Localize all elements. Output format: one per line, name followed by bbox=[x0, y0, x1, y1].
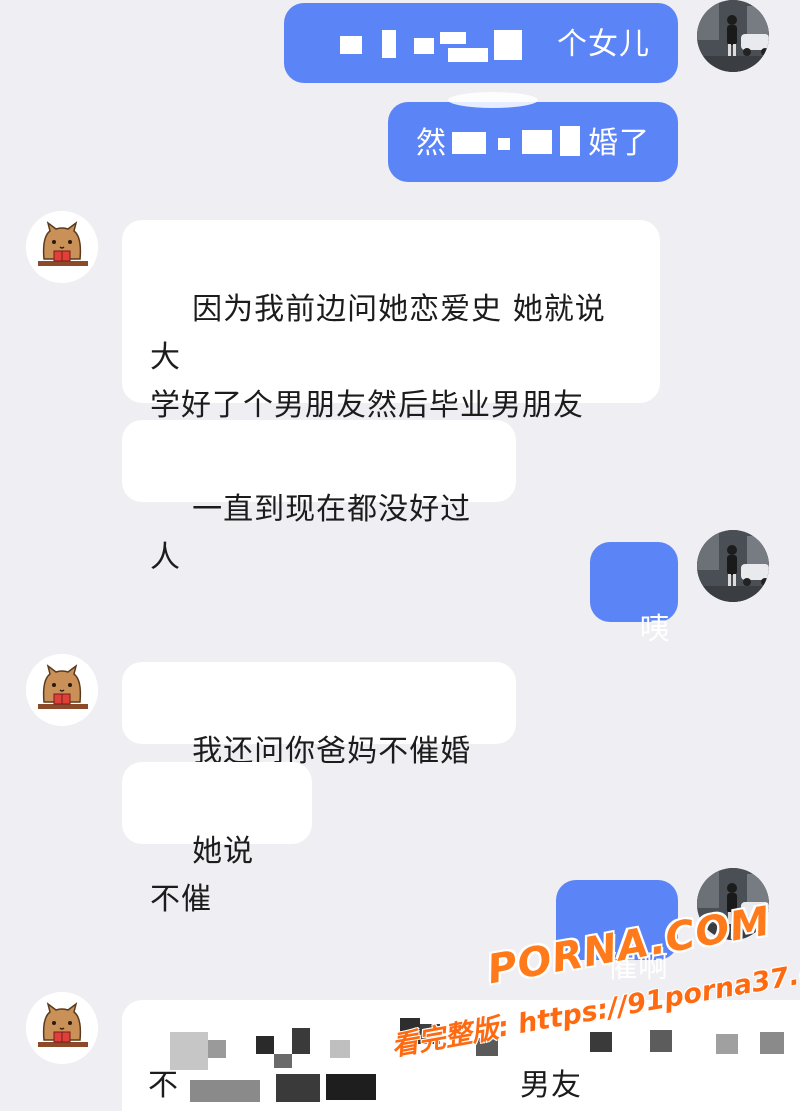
cat-reading-book-icon bbox=[26, 992, 98, 1064]
contact-avatar[interactable] bbox=[26, 654, 98, 726]
incoming-message-bubble[interactable]: 她说不催 bbox=[122, 762, 312, 917]
outgoing-message-bubble[interactable]: 咦 bbox=[590, 542, 678, 647]
message-text: 咦 bbox=[639, 612, 671, 647]
incoming-message-bubble[interactable]: 我还问你爸妈不催婚吗 bbox=[122, 662, 516, 817]
message-text: 她说不催 bbox=[150, 834, 255, 917]
contact-avatar[interactable] bbox=[26, 992, 98, 1064]
chat-screen: 个女儿 然 婚了 因为我前边问她恋爱史 她就说大 学好了个男朋友然后毕业男朋友 … bbox=[0, 0, 800, 1111]
message-text: 个女儿 bbox=[557, 27, 650, 62]
cat-reading-book-icon bbox=[26, 654, 98, 726]
image-artifact bbox=[448, 92, 538, 108]
message-text-start: 然 bbox=[416, 126, 447, 161]
person-photo-icon bbox=[697, 530, 769, 602]
my-avatar[interactable] bbox=[697, 530, 769, 602]
contact-avatar[interactable] bbox=[26, 211, 98, 283]
person-photo-icon bbox=[697, 0, 769, 72]
incoming-message-bubble[interactable]: 一直到现在都没好过人 bbox=[122, 420, 516, 575]
redaction-mosaic bbox=[322, 30, 552, 64]
cat-reading-book-icon bbox=[26, 211, 98, 283]
my-avatar[interactable] bbox=[697, 0, 769, 72]
incoming-message-bubble[interactable]: 因为我前边问她恋爱史 她就说大 学好了个男朋友然后毕业男朋友 去外地发展 两个人… bbox=[122, 220, 660, 471]
message-text: 一直到现在都没好过人 bbox=[150, 492, 472, 575]
redaction-mosaic bbox=[452, 122, 602, 162]
